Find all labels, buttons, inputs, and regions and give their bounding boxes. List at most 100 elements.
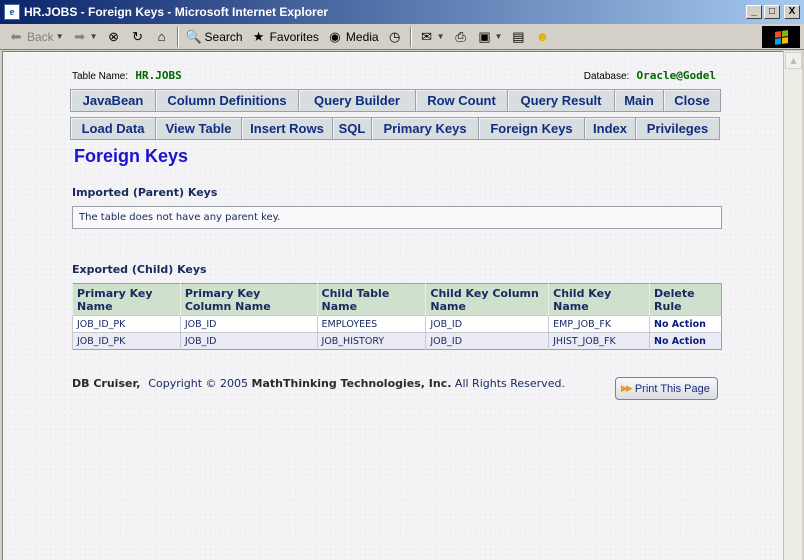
print-page-button[interactable]: ▶▶ Print This Page [615, 377, 718, 400]
messenger-button[interactable]: ☻ [530, 27, 554, 47]
nav-row-count[interactable]: Row Count [415, 89, 508, 112]
discuss-icon: ▤ [512, 28, 525, 44]
back-arrow-icon: ⬅ [10, 28, 22, 44]
maximize-button[interactable]: □ [764, 5, 780, 19]
table-row: JOB_ID_PK JOB_ID EMPLOYEES JOB_ID EMP_JO… [72, 315, 722, 333]
dropdown-arrow-icon: ▼ [89, 32, 98, 41]
column-header: Primary Key Column Name [179, 283, 318, 316]
history-button[interactable]: ◷ [383, 27, 407, 47]
table-cell: EMPLOYEES [316, 315, 426, 333]
delete-rule-cell: No Action [649, 315, 722, 333]
page-title: Foreign Keys [74, 146, 189, 166]
nav-close[interactable]: Close [663, 89, 721, 112]
table-cell: JOB_ID_PK [72, 332, 181, 350]
table-cell: JOB_ID [179, 315, 318, 333]
column-header: Child Table Name [316, 283, 426, 316]
exported-keys-table: Primary Key Name Primary Key Column Name C… [72, 283, 722, 350]
imported-keys-message: The table does not have any parent key. [79, 212, 281, 223]
nav-index[interactable]: Index [584, 117, 636, 140]
table-cell: EMP_JOB_FK [548, 315, 650, 333]
messenger-smiley-icon: ☻ [535, 28, 550, 44]
nav-main[interactable]: Main [614, 89, 664, 112]
minimize-button[interactable]: _ [746, 5, 762, 19]
delete-rule-cell: No Action [649, 332, 722, 350]
favorites-star-icon: ★ [252, 28, 265, 44]
back-button[interactable]: ⬅ Back ▼ [4, 27, 68, 47]
window-title: HR.JOBS - Foreign Keys - Microsoft Inter… [24, 5, 329, 19]
forward-arrow-icon: ➡ [74, 28, 86, 44]
refresh-button[interactable]: ↻ [126, 27, 150, 47]
scroll-up-arrow-icon[interactable]: ▲ [785, 52, 802, 69]
table-name-info: Table Name: HR.JOBS [72, 69, 182, 82]
nav-column-definitions[interactable]: Column Definitions [155, 89, 299, 112]
favorites-button[interactable]: ★ Favorites [247, 27, 323, 47]
column-header: Child Key Name [548, 283, 650, 316]
dropdown-arrow-icon: ▼ [436, 32, 445, 41]
table-cell: JOB_ID [425, 332, 549, 350]
vertical-scrollbar[interactable]: ▲ [783, 51, 802, 560]
browser-toolbar: ⬅ Back ▼ ➡ ▼ ⊗ ↻ ⌂ 🔍 Search ★ Favorites … [0, 24, 804, 50]
nav-primary-keys[interactable]: Primary Keys [371, 117, 479, 140]
home-button[interactable]: ⌂ [150, 27, 174, 47]
media-label: Media [345, 29, 379, 44]
search-icon: 🔍 [185, 28, 202, 44]
media-icon: ◉ [329, 28, 341, 44]
column-header: Child Key Column Name [425, 283, 549, 316]
imported-keys-heading: Imported (Parent) Keys [72, 186, 218, 199]
window-controls: _ □ X [746, 5, 800, 19]
toolbar-divider [176, 26, 179, 47]
print-page-label: Print This Page [634, 382, 710, 395]
ie-icon: e [4, 4, 20, 20]
print-toolbar-button[interactable]: ⎙ [449, 27, 473, 47]
nav-sql[interactable]: SQL [332, 117, 372, 140]
search-label: Search [204, 29, 243, 44]
edit-button[interactable]: ▣ ▼ [473, 27, 507, 47]
windows-logo-icon [762, 26, 800, 48]
nav-view-table[interactable]: View Table [155, 117, 242, 140]
table-cell: JHIST_JOB_FK [548, 332, 650, 350]
dropdown-arrow-icon: ▼ [494, 32, 503, 41]
back-label: Back [27, 29, 54, 44]
double-arrow-icon: ▶▶ [621, 383, 633, 393]
printer-icon: ⎙ [455, 28, 466, 44]
favorites-label: Favorites [269, 29, 319, 44]
close-window-button[interactable]: X [784, 5, 800, 19]
stop-icon: ⊗ [108, 28, 119, 44]
footer-product: DB Cruiser, [72, 377, 141, 390]
nav-row-1: JavaBean Column Definitions Query Builde… [70, 89, 721, 113]
search-button[interactable]: 🔍 Search [182, 27, 247, 47]
nav-javabean[interactable]: JavaBean [70, 89, 156, 112]
footer-copyright-text: Copyright © 2005 MathThinking Technologi… [148, 377, 565, 390]
table-cell: JOB_ID [425, 315, 549, 333]
page-viewport: Table Name: HR.JOBS Database: Oracle@God… [2, 51, 783, 560]
table-cell: JOB_ID_PK [72, 315, 181, 333]
dropdown-arrow-icon: ▼ [55, 32, 64, 41]
nav-privileges[interactable]: Privileges [635, 117, 720, 140]
nav-foreign-keys[interactable]: Foreign Keys [478, 117, 585, 140]
column-header: Primary Key Name [72, 283, 181, 316]
exported-keys-heading: Exported (Child) Keys [72, 263, 207, 276]
nav-load-data[interactable]: Load Data [70, 117, 156, 140]
nav-row-2: Load Data View Table Insert Rows SQL Pri… [70, 117, 720, 141]
table-cell: JOB_ID [179, 332, 318, 350]
window-titlebar: e HR.JOBS - Foreign Keys - Microsoft Int… [0, 0, 804, 24]
mail-button[interactable]: ✉ ▼ [415, 27, 449, 47]
table-row: JOB_ID_PK JOB_ID JOB_HISTORY JOB_ID JHIS… [72, 332, 722, 350]
table-cell: JOB_HISTORY [316, 332, 426, 350]
nav-query-result[interactable]: Query Result [507, 89, 615, 112]
forward-button[interactable]: ➡ ▼ [68, 27, 102, 47]
edit-icon: ▣ [478, 28, 491, 44]
table-name-value: HR.JOBS [135, 69, 182, 82]
media-button[interactable]: ◉ Media [323, 27, 383, 47]
imported-keys-box: The table does not have any parent key. [72, 206, 722, 229]
toolbar-divider [409, 26, 412, 47]
table-name-label: Table Name: [72, 71, 129, 82]
discuss-button[interactable]: ▤ [506, 27, 530, 47]
mail-icon: ✉ [421, 28, 433, 44]
nav-query-builder[interactable]: Query Builder [298, 89, 416, 112]
stop-button[interactable]: ⊗ [102, 27, 126, 47]
nav-insert-rows[interactable]: Insert Rows [241, 117, 333, 140]
refresh-icon: ↻ [132, 28, 143, 44]
table-header-row: Primary Key Name Primary Key Column Name C… [72, 283, 722, 316]
column-header: Delete Rule [649, 283, 722, 316]
